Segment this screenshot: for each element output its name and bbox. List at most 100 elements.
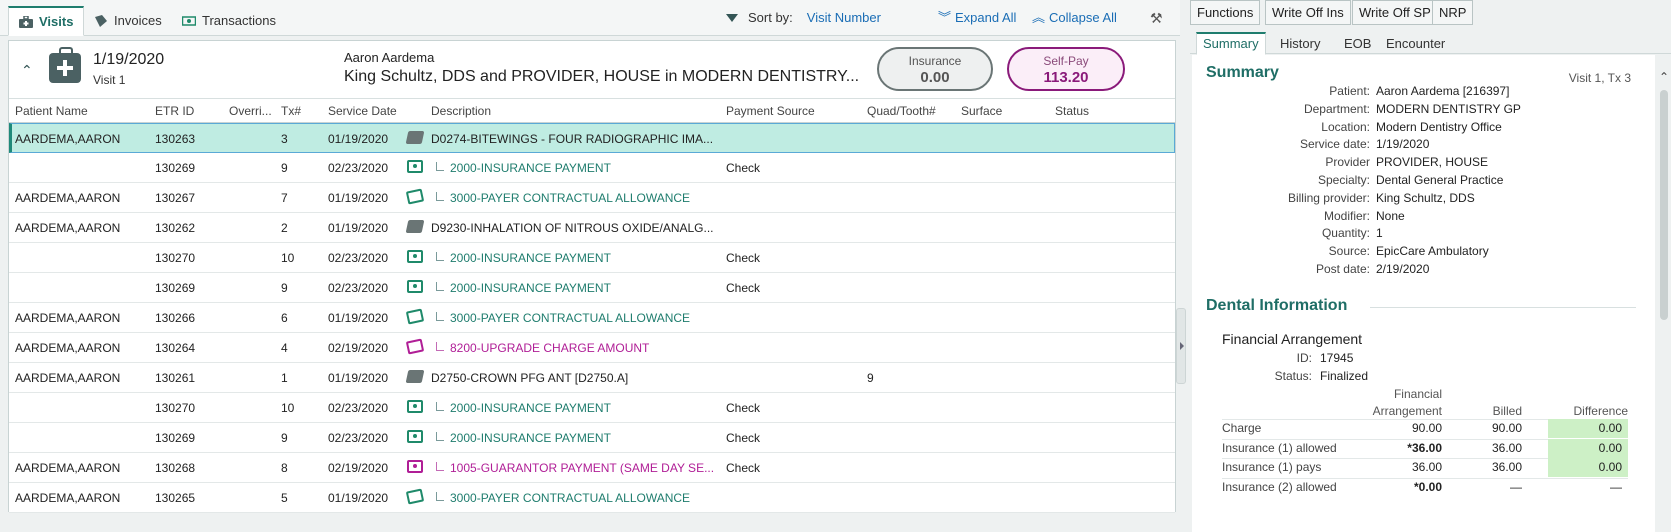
fa-col-header-line1: Financial [1393,387,1442,401]
selfpay-balance-bubble[interactable]: Self-Pay 113.20 [1007,47,1125,91]
cell-patient-name: AARDEMA,AARON [15,461,121,475]
table-row[interactable]: AARDEMA,AARON 130264 4 02/19/2020 8200-UPGRA… [9,333,1175,363]
cell-tx: 9 [281,281,288,295]
cell-tx: 5 [281,491,288,505]
collapse-all-button[interactable]: ︽ Collapse All [1032,8,1117,28]
tab-history[interactable]: History [1274,35,1326,55]
tab-invoices[interactable]: Invoices [84,6,172,36]
table-row[interactable]: 130270 10 02/23/2020 2000-INSURANCE PAYMENT… [9,243,1175,273]
tab-visits[interactable]: Visits [8,6,85,36]
table-row[interactable]: AARDEMA,AARON 130266 6 01/19/2020 3000-PAYER… [9,303,1175,333]
visits-panel: Visits Invoices Transactions Sort by: Vi… [0,0,1186,532]
visit-number: Visit 1 [93,73,126,87]
table-row[interactable]: AARDEMA,AARON 130263 3 01/19/2020 D0274-BITE… [9,123,1175,153]
fa-billed-value: — [1510,479,1522,494]
table-row[interactable]: 130269 9 02/23/2020 2000-INSURANCE PAYMENT C… [9,273,1175,303]
table-row[interactable]: 130269 9 02/23/2020 2000-INSURANCE PAYMENT C… [9,153,1175,183]
fa-arrangement-value: *0.00 [1413,479,1442,494]
cell-patient-name: AARDEMA,AARON [15,221,121,235]
insurance-payment-icon [407,250,423,263]
table-row[interactable]: AARDEMA,AARON 130265 5 01/19/2020 3000-PAYER… [9,483,1175,513]
table-row[interactable]: AARDEMA,AARON 130262 2 01/19/2020 D9230-INHA… [9,213,1175,243]
insurance-balance-value: 0.00 [920,69,950,86]
visit-header[interactable]: ⌃ 1/19/2020 Visit 1 Aaron Aardema King S… [9,41,1175,99]
fa-billed-value: 36.00 [1491,440,1522,455]
tab-transactions[interactable]: Transactions [172,6,286,36]
cell-etr-id: 130267 [155,191,196,205]
table-row[interactable]: AARDEMA,AARON 130261 1 01/19/2020 D2750-CROW… [9,363,1175,393]
table-header: Patient Name ETR ID Overri... Tx# Servic… [9,99,1175,123]
child-elbow-connector [436,251,450,265]
col-status[interactable]: Status [1055,104,1089,118]
chevron-up-icon[interactable]: ⌃ [21,63,35,77]
summary-field-label: Modifier: [1323,208,1370,223]
summary-field-label: Patient: [1329,84,1370,98]
adjustment-icon [405,308,425,325]
cell-payment-source: Check [726,251,761,265]
sort-value-link[interactable]: Visit Number [807,8,881,28]
chevron-up-icon[interactable]: ⌃ [1659,70,1669,84]
cell-service-date: 01/19/2020 [328,311,389,325]
cell-description: D0274-BITEWINGS - FOUR RADIOGRAPHIC IMA.… [431,132,714,146]
cell-description: 2000-INSURANCE PAYMENT [450,251,611,265]
dental-info-title: Dental Information [1206,297,1348,314]
cell-description: D2750-CROWN PFG ANT [D2750.A] [431,371,629,385]
cell-etr-id: 130261 [155,371,196,385]
col-surface[interactable]: Surface [961,104,1002,118]
financial-arrangement-title: Financial Arrangement [1222,331,1363,347]
money-icon [182,16,196,26]
tab-summary[interactable]: Summary [1196,32,1266,55]
tab-encounter[interactable]: Encounter [1380,35,1451,55]
section-divider [1370,307,1636,308]
fa-id-link[interactable]: 17945 [1320,351,1353,365]
write-off-sp-button[interactable]: Write Off SP [1352,0,1438,25]
col-patient-name[interactable]: Patient Name [15,104,88,118]
insurance-balance-bubble[interactable]: Insurance 0.00 [877,47,993,91]
cell-etr-id: 130266 [155,311,196,325]
cell-etr-id: 130269 [155,431,196,445]
col-tx[interactable]: Tx# [281,104,301,118]
summary-field-value: None [1376,208,1405,223]
expand-all-button[interactable]: ︾ Expand All [938,8,1016,28]
col-quad-tooth[interactable]: Quad/Tooth# [867,104,936,118]
insurance-balance-label: Insurance [908,54,962,68]
medical-kit-icon [19,15,33,28]
col-override[interactable]: Overri... [229,104,272,118]
table-row[interactable]: 130270 10 02/23/2020 2000-INSURANCE PAYMENT… [9,393,1175,423]
tab-eob[interactable]: EOB [1338,35,1377,55]
nrp-button[interactable]: NRP [1432,0,1474,25]
cell-etr-id: 130270 [155,251,196,265]
cell-service-date: 02/19/2020 [328,341,389,355]
filter-icon [726,14,738,22]
cell-tx: 4 [281,341,288,355]
summary-field-value: 1 [1376,226,1383,241]
summary-field-value: King Schultz, DDS [1376,190,1475,205]
expand-all-label: Expand All [955,10,1017,25]
upgrade-charge-icon [405,338,425,355]
procedure-icon [405,131,425,144]
sort-control[interactable]: Sort by: Visit Number [726,8,881,28]
write-off-ins-button[interactable]: Write Off Ins [1265,0,1351,25]
detail-tab-bar: Summary History EOB Encounter [1190,32,1671,55]
cell-etr-id: 130269 [155,161,196,175]
table-row[interactable]: AARDEMA,AARON 130268 8 02/19/2020 1005-GUARA… [9,453,1175,483]
cell-service-date: 01/19/2020 [328,371,389,385]
table-row[interactable]: 130269 9 02/23/2020 2000-INSURANCE PAYMENT C… [9,423,1175,453]
scrollbar-thumb[interactable] [1660,90,1668,320]
cell-service-date: 02/23/2020 [328,401,389,415]
col-etr-id[interactable]: ETR ID [155,104,194,118]
detail-scrollbar[interactable]: ⌃ [1658,68,1670,532]
col-payment-source[interactable]: Payment Source [726,104,815,118]
col-description[interactable]: Description [431,104,491,118]
cell-service-date: 01/19/2020 [328,132,389,146]
summary-field-label: Specialty: [1317,173,1370,187]
table-row[interactable]: AARDEMA,AARON 130267 7 01/19/2020 3000-PAYER… [9,183,1175,213]
cell-description: 2000-INSURANCE PAYMENT [450,161,611,175]
fa-difference-value: 0.00 [1548,419,1628,438]
cell-description: 8200-UPGRADE CHARGE AMOUNT [450,341,650,355]
col-service-date[interactable]: Service Date [328,104,397,118]
wrench-icon[interactable]: ⚒ [1150,8,1163,28]
functions-button[interactable]: Functions [1190,0,1261,25]
child-elbow-connector [436,491,450,505]
cell-patient-name: AARDEMA,AARON [15,371,121,385]
